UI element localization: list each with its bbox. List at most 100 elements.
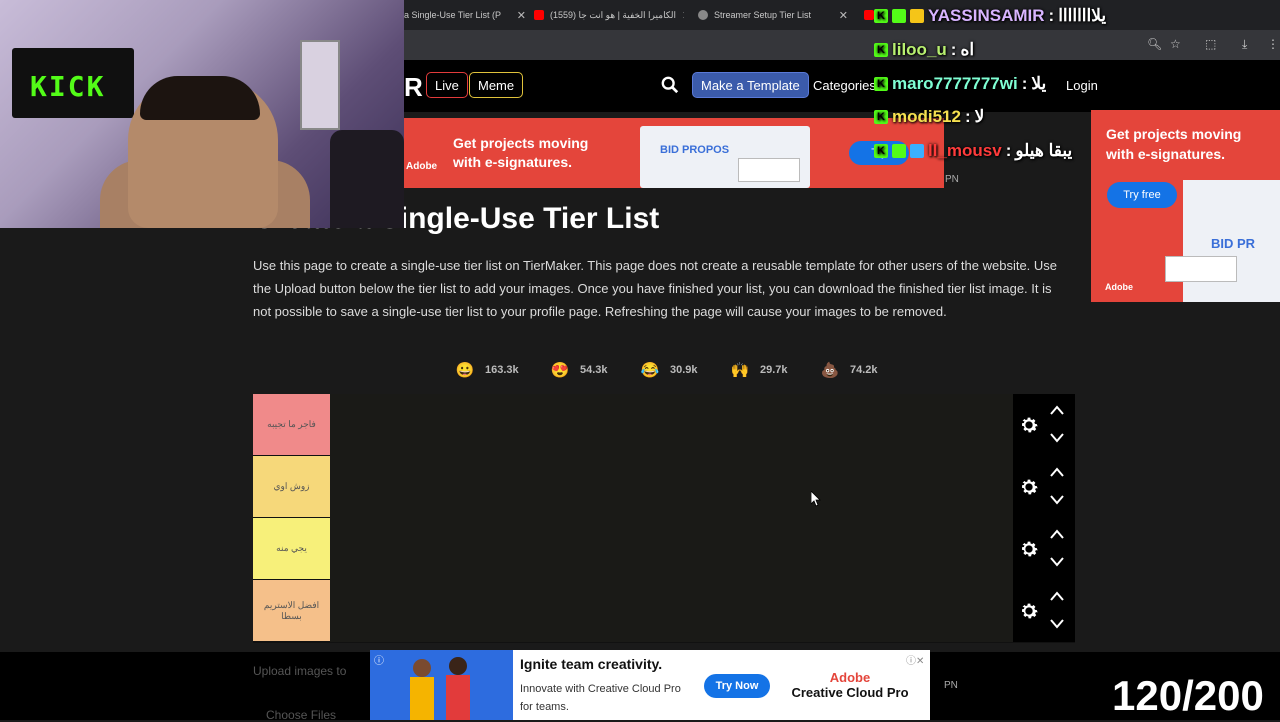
reaction-poop[interactable]: 💩 74.2k [818,358,878,382]
raised-hands-emoji-icon: 🙌 [730,362,750,379]
ad-cta-button[interactable]: Try Now [704,674,770,698]
chat-username: ll_mousv [928,141,1002,160]
tier-label[interactable]: يجي منه [253,518,330,580]
ad-close-icon[interactable]: ⓘ✕ [906,652,924,667]
youtube-icon [864,10,874,20]
search-icon[interactable] [661,76,679,94]
reaction-love[interactable]: 😍 54.3k [548,358,608,382]
sub-badge-icon [892,144,906,158]
browser-tab[interactable]: Streamer Setup Tier List ✕ [698,5,848,25]
kick-badge-icon: K [874,110,888,124]
tier-row: افضل الاستريم بسطا [253,580,1075,642]
reaction-happy[interactable]: 😀 163.3k [453,358,519,382]
move-down-icon[interactable] [1049,494,1065,506]
reaction-count: 74.2k [850,364,878,376]
tier-row: فاجر ما تجيبه [253,394,1075,456]
star-icon[interactable]: ☆ [1170,37,1181,51]
kick-badge-icon: K [874,43,888,57]
heart-eyes-emoji-icon: 😍 [550,362,570,379]
meme-button[interactable]: Meme [469,72,524,98]
chat-username: modi512 [892,107,961,126]
browser-tab-bar: a Single-Use Tier List (P ✕ (1559) الكام… [404,0,1280,30]
close-tab-icon[interactable]: ✕ [839,9,848,22]
close-tab-icon[interactable]: ✕ [682,9,684,22]
reaction-laugh[interactable]: 😂 30.9k [638,358,698,382]
ad-photo [370,650,513,720]
move-down-icon[interactable] [1049,556,1065,568]
tier-controls [1013,456,1075,518]
chat-message: K YASSINSAMIR : يلاااااااا [874,6,1106,26]
reaction-count: 163.3k [485,364,519,376]
tier-drop-zone[interactable] [330,580,1013,642]
webcam-overlay: KICK [0,0,404,228]
move-down-icon[interactable] [1049,618,1065,630]
brand-product: Creative Cloud Pro [791,685,909,700]
sub-badge-icon [892,9,906,23]
move-up-icon[interactable] [1049,528,1065,540]
site-logo[interactable]: R [404,72,423,103]
top-ad-banner[interactable]: Get projects moving with e-signatures. B… [404,118,944,188]
tab-title: (1559) الكاميرا الخفية | هو انت جا [550,9,677,20]
download-icon[interactable]: ⤓ [1242,37,1247,52]
streamer-hair [140,76,260,120]
ad-body: Innovate with Creative Cloud Pro for tea… [520,683,681,713]
gear-icon[interactable] [1018,476,1040,498]
tier-controls [1013,394,1075,456]
tier-list: فاجر ما تجيبه زوش اوي يجي منه افضل الاست… [253,394,1075,643]
move-up-icon[interactable] [1049,466,1065,478]
move-down-icon[interactable] [1049,432,1065,444]
upload-heading: Upload images to [253,664,347,678]
adobe-brand: Adobe Creative Cloud Pro [788,670,912,700]
tier-label[interactable]: زوش اوي [253,456,330,518]
move-up-icon[interactable] [1049,404,1065,416]
ad-cta-button[interactable]: Try free [1107,182,1177,208]
kick-badge-icon: K [874,77,888,91]
ad-choices-icon[interactable]: ⓘ [374,652,384,667]
tier-drop-zone[interactable] [330,456,1013,518]
extensions-icon[interactable]: ⬚ [1205,37,1216,51]
tier-drop-zone[interactable] [330,518,1013,580]
close-tab-icon[interactable]: ✕ [517,9,526,22]
categories-menu[interactable]: Categories [813,78,876,93]
tier-controls [1013,580,1075,642]
chat-text: يلا [1031,74,1047,93]
signature-image [738,158,800,182]
gear-icon[interactable] [1018,600,1040,622]
bottom-ad-banner[interactable]: ⓘ Ignite team creativity. Innovate with … [370,650,930,720]
chat-message: K liloo_u : اه [874,40,974,60]
menu-icon[interactable]: ⋮ [1267,37,1279,51]
chat-message: K modi512 : لا [874,107,984,127]
tier-label[interactable]: افضل الاستريم بسطا [253,580,330,642]
gear-icon[interactable] [1018,414,1040,436]
chat-text: لا [974,107,985,126]
make-template-button[interactable]: Make a Template [692,72,809,98]
ad-document-text: BID PR [1211,236,1256,251]
side-ad-banner[interactable]: Get projects moving with e-signatures. B… [1091,110,1280,302]
chat-text: اه [960,40,975,59]
browser-tab[interactable]: a Single-Use Tier List (P ✕ [404,5,526,25]
ad-headline: Get projects moving with e-signatures. [453,135,589,170]
youtube-icon [534,10,544,20]
chat-username: liloo_u [892,40,947,59]
chat-username: maro7777777wi [892,74,1018,93]
live-button[interactable]: Live [426,72,468,98]
tier-label[interactable]: فاجر ما تجيبه [253,394,330,456]
move-up-icon[interactable] [1049,590,1065,602]
tier-drop-zone[interactable] [330,394,1013,456]
ad-document-image: BID PR [1183,180,1280,302]
browser-tab[interactable]: (1559) الكاميرا الخفية | هو انت جا ✕ [534,5,684,25]
ad-marker: PN [944,680,958,691]
ad-document-text: BID PROPOS [660,144,730,156]
gift-badge-icon [910,144,924,158]
adobe-logo: Adobe [406,161,438,172]
reaction-praise[interactable]: 🙌 29.7k [728,358,788,382]
poop-emoji-icon: 💩 [820,362,840,379]
ad-headline: Ignite team creativity. [520,656,663,672]
kick-badge-icon: K [874,9,888,23]
login-link[interactable]: Login [1066,78,1098,93]
chat-message: K ll_mousv : يبقا هيلو [874,141,1072,161]
crown-badge-icon [910,9,924,23]
gear-icon[interactable] [1018,538,1040,560]
zoom-icon[interactable]: 🔍︎ [1147,37,1162,51]
ad-marker: PN [945,174,959,185]
